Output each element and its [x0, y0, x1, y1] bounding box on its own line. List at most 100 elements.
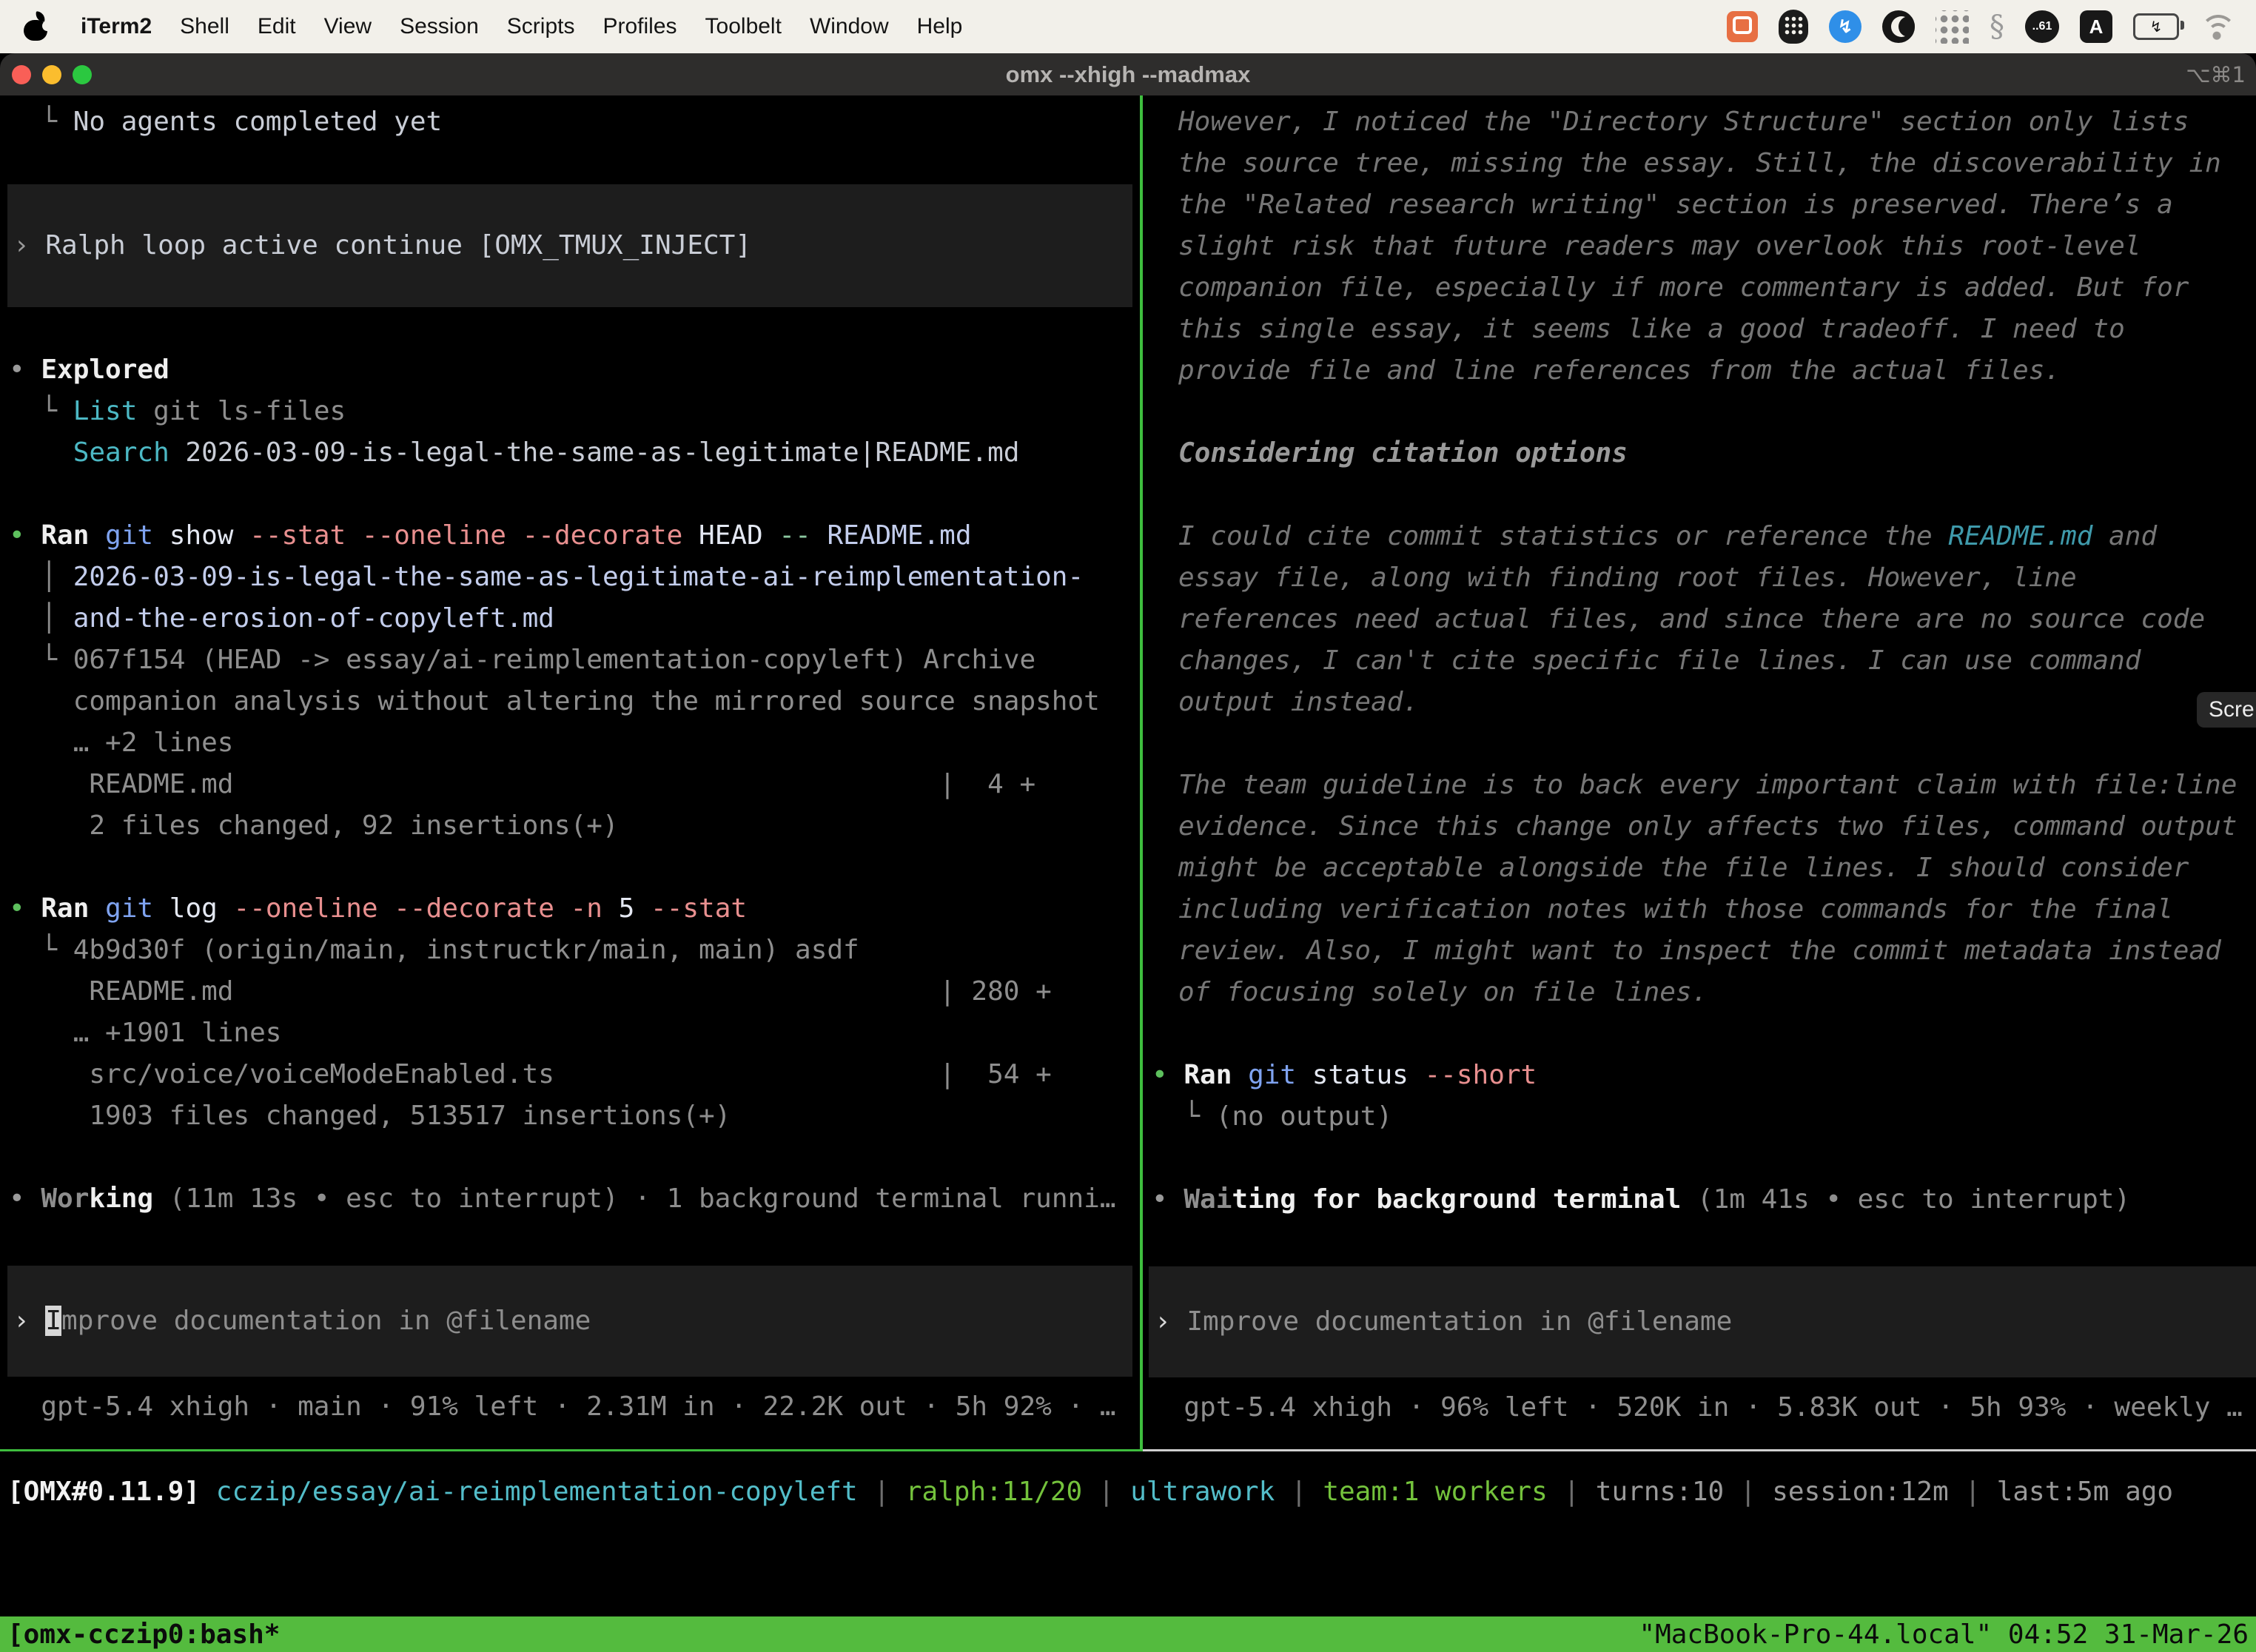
terminal-line: └ 4b9d30f (origin/main, instructkr/main,… — [0, 930, 1140, 971]
terminal-line — [1143, 723, 2256, 765]
window-controls — [12, 65, 92, 84]
terminal-line — [0, 847, 1140, 888]
apple-menu-icon[interactable] — [24, 13, 47, 41]
squiggle-icon[interactable]: § — [1990, 10, 2004, 44]
menu-item-edit[interactable]: Edit — [244, 14, 310, 39]
macos-menu-bar: iTerm2ShellEditViewSessionScriptsProfile… — [0, 0, 2256, 53]
menu-item-iterm2[interactable]: iTerm2 — [67, 14, 166, 39]
terminal-line: • Waiting for background terminal (1m 41… — [1143, 1179, 2256, 1220]
right-pane-lines: However, I noticed the "Directory Struct… — [1143, 101, 2256, 1220]
right-prompt-input[interactable]: › Improve documentation in @filename — [1149, 1266, 2256, 1377]
terminal-line: └ List git ls-files — [0, 391, 1140, 432]
right-input-line: › Improve documentation in @filename — [1149, 1301, 1732, 1343]
shield-icon[interactable] — [1779, 10, 1808, 44]
terminal-line: might be acceptable alongside the file l… — [1143, 847, 2256, 889]
zoom-button[interactable] — [73, 65, 92, 84]
terminal-line: of focusing solely on file lines. — [1143, 972, 2256, 1013]
text-cursor: I — [45, 1306, 61, 1336]
terminal-line — [0, 1137, 1140, 1178]
injected-prompt-box: › Ralph loop active continue [OMX_TMUX_I… — [7, 184, 1132, 307]
screen-share-overlay-button[interactable]: Scre — [2197, 692, 2256, 728]
prompt-chevron: › — [13, 1306, 45, 1336]
terminal-line: references need actual files, and since … — [1143, 599, 2256, 640]
storage-icon[interactable]: ..61 — [2025, 10, 2059, 43]
screen: iTerm2ShellEditViewSessionScriptsProfile… — [0, 0, 2256, 1652]
menu-item-profiles[interactable]: Profiles — [588, 14, 691, 39]
terminal-line: └ (no output) — [1143, 1096, 2256, 1138]
keyboard-layout-icon[interactable]: A — [2080, 10, 2112, 43]
prompt-chevron: › — [1155, 1306, 1186, 1337]
menu-item-session[interactable]: Session — [386, 14, 493, 39]
omx-status-line: [OMX#0.11.9] cczip/essay/ai-reimplementa… — [0, 1471, 2256, 1513]
window-shortcut-badge: ⌥⌘1 — [2186, 62, 2246, 87]
terminal-line: │ 2026-03-09-is-legal-the-same-as-legiti… — [0, 557, 1140, 598]
terminal-line: including verification notes with those … — [1143, 889, 2256, 930]
left-pane-top-lines: └ No agents completed yet — [0, 101, 1140, 143]
terminal-line: 2 files changed, 92 insertions(+) — [0, 805, 1140, 847]
dots-grid-icon[interactable] — [1936, 10, 1969, 44]
inactive-pane-border — [1143, 1449, 2256, 1451]
menu-item-view[interactable]: View — [310, 14, 386, 39]
terminal-line: • Ran git status --short — [1143, 1055, 2256, 1096]
terminal-line: • Ran git log --oneline --decorate -n 5 … — [0, 888, 1140, 930]
terminal-line: • Working (11m 13s • esc to interrupt) ·… — [0, 1178, 1140, 1220]
terminal-line: provide file and line references from th… — [1143, 350, 2256, 392]
terminal-line: the source tree, missing the essay. Stil… — [1143, 143, 2256, 184]
left-terminal-pane[interactable]: └ No agents completed yet › Ralph loop a… — [0, 95, 1140, 1449]
terminal-line: • Ran git show --stat --oneline --decora… — [0, 515, 1140, 557]
terminal-line — [1143, 392, 2256, 433]
wifi-icon[interactable] — [2200, 13, 2234, 41]
terminal-line: src/voice/voiceModeEnabled.ts | 54 + — [0, 1054, 1140, 1095]
moon-icon[interactable] — [1882, 10, 1915, 43]
window-title: omx --xhigh --madmax — [0, 61, 2256, 88]
right-session-status-line: gpt-5.4 xhigh · 96% left · 520K in · 5.8… — [1143, 1387, 2256, 1428]
left-session-status-line: gpt-5.4 xhigh · main · 91% left · 2.31M … — [0, 1386, 1140, 1428]
minimize-button[interactable] — [42, 65, 61, 84]
tmux-status-bar: [omx-cczip0:bash* "MacBook-Pro-44.local"… — [0, 1616, 2256, 1652]
menu-item-toolbelt[interactable]: Toolbelt — [691, 14, 796, 39]
terminal-line: README.md | 280 + — [0, 971, 1140, 1013]
terminal-line: essay file, along with finding root file… — [1143, 557, 2256, 599]
menu-item-scripts[interactable]: Scripts — [493, 14, 589, 39]
terminal-line: However, I noticed the "Directory Struct… — [1143, 101, 2256, 143]
menu-item-window[interactable]: Window — [796, 14, 903, 39]
left-pane-lines: • Explored └ List git ls-files Search 20… — [0, 349, 1140, 1220]
left-input-placeholder: mprove documentation in @filename — [61, 1306, 591, 1336]
prompt-chevron: › — [13, 230, 45, 261]
close-button[interactable] — [12, 65, 31, 84]
injected-prompt-text: Ralph loop active continue [OMX_TMUX_INJ… — [45, 230, 751, 261]
terminal-line: 1903 files changed, 513517 insertions(+) — [0, 1095, 1140, 1137]
terminal-line: this single essay, it seems like a good … — [1143, 309, 2256, 350]
terminal-line: slight risk that future readers may over… — [1143, 226, 2256, 267]
battery-icon[interactable]: ↯ — [2133, 13, 2179, 40]
terminal-line: Considering citation options — [1143, 433, 2256, 474]
menu-item-help[interactable]: Help — [903, 14, 977, 39]
terminal-area: └ No agents completed yet › Ralph loop a… — [0, 95, 2256, 1449]
sync-icon[interactable]: ↯ — [1829, 10, 1861, 43]
menu-items: iTerm2ShellEditViewSessionScriptsProfile… — [67, 14, 976, 39]
terminal-line: └ No agents completed yet — [0, 101, 1140, 143]
right-terminal-pane[interactable]: However, I noticed the "Directory Struct… — [1143, 95, 2256, 1449]
omx-status-area: [OMX#0.11.9] cczip/essay/ai-reimplementa… — [0, 1451, 2256, 1616]
terminal-line: changes, I can't cite specific file line… — [1143, 640, 2256, 682]
terminal-line — [0, 474, 1140, 515]
screen-share-icon[interactable] — [1727, 11, 1758, 42]
left-input-line: › Improve documentation in @filename — [7, 1300, 591, 1342]
terminal-line: companion analysis without altering the … — [0, 681, 1140, 722]
terminal-line: I could cite commit statistics or refere… — [1143, 516, 2256, 557]
left-prompt-input[interactable]: › Improve documentation in @filename — [7, 1266, 1132, 1377]
terminal-line: The team guideline is to back every impo… — [1143, 765, 2256, 806]
terminal-line: … +1901 lines — [0, 1013, 1140, 1054]
terminal-line: • Explored — [0, 349, 1140, 391]
active-pane-border — [0, 1449, 1143, 1451]
terminal-line: companion file, especially if more comme… — [1143, 267, 2256, 309]
terminal-line — [1143, 474, 2256, 516]
terminal-line: review. Also, I might want to inspect th… — [1143, 930, 2256, 972]
window-title-bar[interactable]: omx --xhigh --madmax ⌥⌘1 — [0, 53, 2256, 95]
iterm-window: omx --xhigh --madmax ⌥⌘1 └ No agents com… — [0, 53, 2256, 1652]
terminal-line: └ 067f154 (HEAD -> essay/ai-reimplementa… — [0, 639, 1140, 681]
menu-item-shell[interactable]: Shell — [166, 14, 244, 39]
terminal-line: output instead. — [1143, 682, 2256, 723]
pane-bottom-border — [0, 1449, 2256, 1451]
terminal-line: │ and-the-erosion-of-copyleft.md — [0, 598, 1140, 639]
